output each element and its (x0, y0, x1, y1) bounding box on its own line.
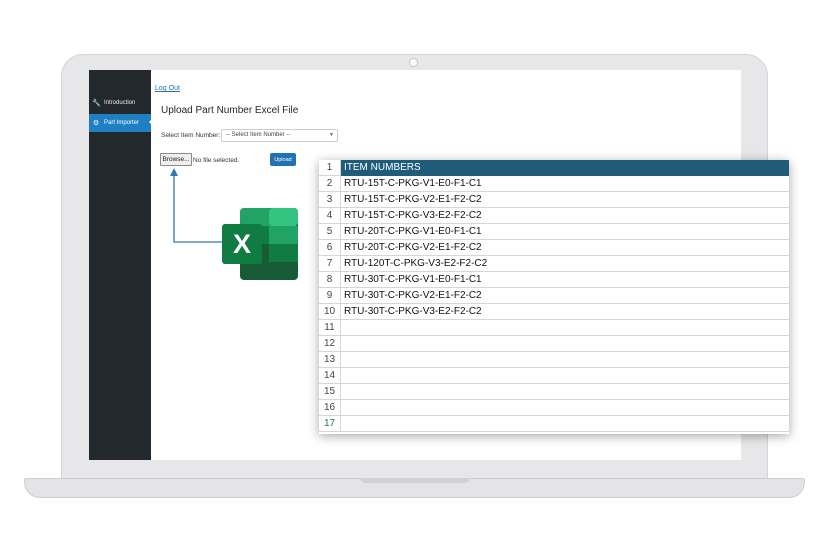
browse-button[interactable]: Browse... (160, 153, 192, 166)
sidebar-item-label: Part Importer (104, 120, 140, 126)
row-number[interactable]: 15 (319, 384, 341, 400)
row-number[interactable]: 2 (319, 176, 341, 192)
table-cell[interactable] (341, 384, 789, 400)
table-row: 13 (319, 352, 789, 368)
spreadsheet: 1 ITEM NUMBERS 2 RTU-15T-C-PKG-V1-E0-F1-C1 3… (319, 160, 789, 434)
table-cell[interactable]: RTU-30T-C-PKG-V1-E0-F1-C1 (341, 272, 789, 288)
laptop-base-notch (360, 478, 470, 483)
table-row: 10 RTU-30T-C-PKG-V3-E2-F2-C2 (319, 304, 789, 320)
row-number[interactable]: 3 (319, 192, 341, 208)
table-row: 16 (319, 400, 789, 416)
table-cell[interactable] (341, 352, 789, 368)
svg-text:X: X (233, 229, 251, 259)
sidebar-item-part-importer[interactable]: ⚙ Part Importer (89, 114, 151, 132)
table-cell[interactable] (341, 336, 789, 352)
row-number[interactable]: 14 (319, 368, 341, 384)
upload-button[interactable]: Upload (270, 153, 296, 166)
table-row: 7 RTU-120T-C-PKG-V3-E2-F2-C2 (319, 256, 789, 272)
logout-link[interactable]: Log Out (155, 85, 180, 92)
active-indicator (149, 118, 153, 126)
arrow-icon (170, 168, 222, 243)
sidebar-item-introduction[interactable]: 🔧 Introduction (89, 94, 151, 112)
table-cell[interactable] (341, 416, 789, 432)
row-number[interactable]: 10 (319, 304, 341, 320)
table-row: 1 ITEM NUMBERS (319, 160, 789, 176)
wrench-icon: 🔧 (92, 100, 101, 107)
table-row: 12 (319, 336, 789, 352)
file-status: No file selected. (193, 157, 240, 164)
item-number-select[interactable]: -- Select Item Number -- ▼ (221, 129, 338, 142)
table-row: 8 RTU-30T-C-PKG-V1-E0-F1-C1 (319, 272, 789, 288)
camera-icon (409, 58, 418, 67)
column-header-cell[interactable]: ITEM NUMBERS (341, 160, 789, 176)
page-title: Upload Part Number Excel File (161, 105, 299, 116)
table-cell[interactable]: RTU-30T-C-PKG-V2-E1-F2-C2 (341, 288, 789, 304)
table-cell[interactable]: RTU-20T-C-PKG-V1-E0-F1-C1 (341, 224, 789, 240)
row-number[interactable]: 7 (319, 256, 341, 272)
table-row: 15 (319, 384, 789, 400)
sidebar-item-label: Introduction (104, 100, 136, 106)
table-cell[interactable]: RTU-20T-C-PKG-V2-E1-F2-C2 (341, 240, 789, 256)
row-number[interactable]: 5 (319, 224, 341, 240)
row-number[interactable]: 6 (319, 240, 341, 256)
table-cell[interactable]: RTU-15T-C-PKG-V3-E2-F2-C2 (341, 208, 789, 224)
table-cell[interactable] (341, 320, 789, 336)
table-cell[interactable]: RTU-120T-C-PKG-V3-E2-F2-C2 (341, 256, 789, 272)
table-row: 4 RTU-15T-C-PKG-V3-E2-F2-C2 (319, 208, 789, 224)
row-number[interactable]: 1 (319, 160, 341, 176)
select-value: -- Select Item Number -- (226, 132, 291, 138)
excel-icon: X (222, 208, 298, 280)
table-row: 14 (319, 368, 789, 384)
gear-icon: ⚙ (92, 120, 100, 127)
row-number[interactable]: 11 (319, 320, 341, 336)
row-number[interactable]: 16 (319, 400, 341, 416)
row-number[interactable]: 9 (319, 288, 341, 304)
chevron-down-icon: ▼ (329, 132, 334, 138)
admin-sidebar: 🔧 Introduction ⚙ Part Importer (89, 70, 151, 460)
table-row: 9 RTU-30T-C-PKG-V2-E1-F2-C2 (319, 288, 789, 304)
table-cell[interactable]: RTU-15T-C-PKG-V2-E1-F2-C2 (341, 192, 789, 208)
table-row: 11 (319, 320, 789, 336)
row-number[interactable]: 12 (319, 336, 341, 352)
table-row: 17 (319, 416, 789, 432)
table-row: 5 RTU-20T-C-PKG-V1-E0-F1-C1 (319, 224, 789, 240)
table-row: 6 RTU-20T-C-PKG-V2-E1-F2-C2 (319, 240, 789, 256)
table-cell[interactable]: RTU-30T-C-PKG-V3-E2-F2-C2 (341, 304, 789, 320)
row-number[interactable]: 17 (319, 416, 341, 432)
table-row: 3 RTU-15T-C-PKG-V2-E1-F2-C2 (319, 192, 789, 208)
table-cell[interactable] (341, 368, 789, 384)
table-row: 2 RTU-15T-C-PKG-V1-E0-F1-C1 (319, 176, 789, 192)
table-cell[interactable]: RTU-15T-C-PKG-V1-E0-F1-C1 (341, 176, 789, 192)
row-number[interactable]: 8 (319, 272, 341, 288)
row-number[interactable]: 4 (319, 208, 341, 224)
select-label: Select Item Number: (161, 132, 221, 139)
table-cell[interactable] (341, 400, 789, 416)
row-number[interactable]: 13 (319, 352, 341, 368)
